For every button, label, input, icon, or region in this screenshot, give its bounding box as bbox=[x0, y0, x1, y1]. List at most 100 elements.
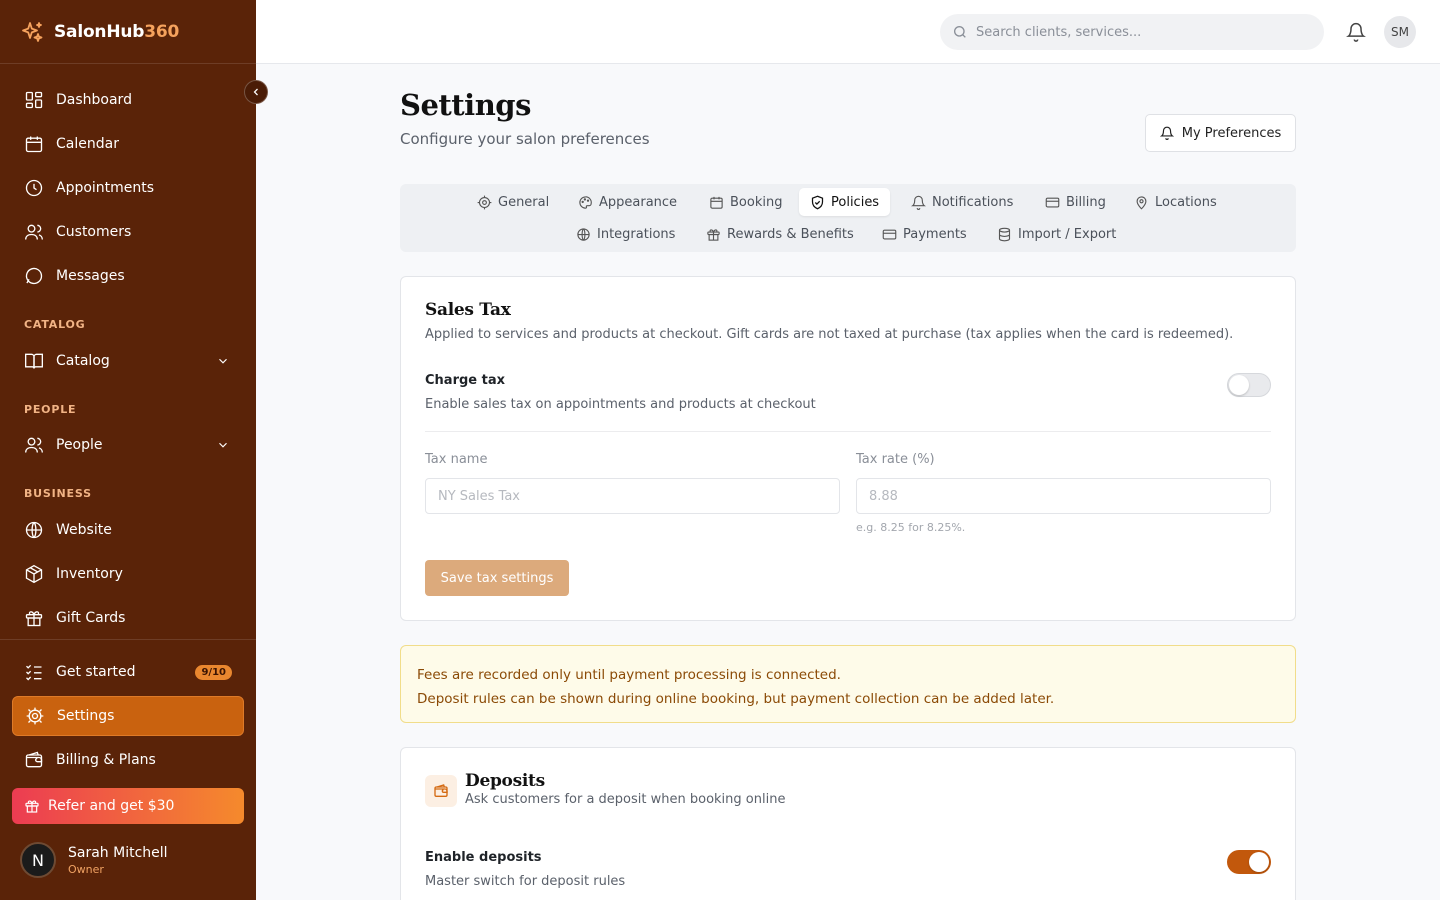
my-preferences-button[interactable]: My Preferences bbox=[1145, 114, 1296, 152]
gift-icon bbox=[25, 611, 43, 627]
bell-icon[interactable] bbox=[1346, 22, 1366, 42]
enable-deposits-toggle[interactable] bbox=[1227, 850, 1271, 874]
dashboard-icon bbox=[25, 91, 43, 109]
tab-general[interactable]: General bbox=[466, 188, 560, 216]
sparkle-logo-icon bbox=[22, 21, 43, 42]
tab-notifications[interactable]: Notifications bbox=[900, 188, 1024, 216]
section-title-people: PEOPLE bbox=[24, 403, 77, 416]
sidebar-item-appointments[interactable]: Appointments bbox=[12, 168, 244, 208]
sidebar-item-inventory[interactable]: Inventory bbox=[12, 554, 244, 594]
tax-rate-hint: e.g. 8.25 for 8.25%. bbox=[856, 521, 966, 534]
tab-billing[interactable]: Billing bbox=[1034, 188, 1117, 216]
page-subtitle: Configure your salon preferences bbox=[400, 130, 650, 148]
toggle-knob bbox=[1249, 852, 1269, 872]
refer-label: Refer and get $30 bbox=[48, 798, 175, 814]
topbar: SM bbox=[256, 0, 1440, 64]
avatar[interactable]: SM bbox=[1384, 16, 1416, 48]
sidebar-item-label: Appointments bbox=[56, 180, 155, 196]
toggle-knob bbox=[1229, 375, 1249, 395]
sidebar-item-label: Get started bbox=[56, 664, 136, 680]
tax-name-label: Tax name bbox=[425, 452, 488, 467]
tax-rate-input[interactable] bbox=[856, 478, 1271, 514]
sidebar-divider bbox=[0, 639, 256, 640]
sidebar-item-label: People bbox=[56, 437, 103, 453]
tax-name-input[interactable] bbox=[425, 478, 840, 514]
gear-icon bbox=[477, 195, 492, 209]
tab-label: Payments bbox=[903, 226, 967, 242]
sidebar-item-get-started[interactable]: Get started 9/10 bbox=[12, 652, 244, 692]
sidebar-item-label: Messages bbox=[56, 268, 125, 284]
user-name: Sarah Mitchell bbox=[68, 844, 168, 861]
user-role: Owner bbox=[68, 862, 104, 876]
sidebar-item-customers[interactable]: Customers bbox=[12, 212, 244, 252]
refer-button[interactable]: Refer and get $30 bbox=[12, 788, 244, 824]
tab-policies[interactable]: Policies bbox=[799, 188, 891, 216]
search-input[interactable] bbox=[976, 24, 1306, 40]
users-icon bbox=[25, 224, 43, 240]
map-pin-icon bbox=[1136, 195, 1147, 210]
notice-line: Fees are recorded only until payment pro… bbox=[417, 667, 841, 683]
tab-label: General bbox=[498, 194, 550, 210]
brand-name: SalonHub360 bbox=[54, 21, 180, 42]
tab-label: Booking bbox=[730, 194, 783, 210]
tab-label: Locations bbox=[1155, 194, 1217, 210]
tab-locations[interactable]: Locations bbox=[1123, 188, 1228, 216]
sidebar-item-label: Calendar bbox=[56, 136, 119, 152]
sidebar-item-catalog[interactable]: Catalog bbox=[12, 341, 244, 381]
save-tax-settings-button[interactable]: Save tax settings bbox=[425, 560, 569, 596]
sidebar-item-label: Billing & Plans bbox=[56, 752, 156, 768]
tab-appearance[interactable]: Appearance bbox=[567, 188, 688, 216]
sidebar-item-gift-cards[interactable]: Gift Cards bbox=[12, 598, 244, 638]
sidebar-item-website[interactable]: Website bbox=[12, 510, 244, 550]
credit-card-icon bbox=[882, 229, 897, 239]
section-title-catalog: CATALOG bbox=[24, 318, 86, 331]
tab-label: Integrations bbox=[597, 226, 676, 242]
wallet-icon bbox=[25, 751, 43, 768]
chevron-down-icon bbox=[219, 442, 227, 448]
tab-label: Policies bbox=[831, 194, 880, 210]
globe-icon bbox=[577, 227, 590, 241]
gift-icon bbox=[707, 228, 720, 241]
sidebar-item-people[interactable]: People bbox=[12, 425, 244, 465]
sidebar-item-label: Gift Cards bbox=[56, 610, 126, 626]
tab-rewards-benefits[interactable]: Rewards & Benefits bbox=[695, 220, 865, 248]
sidebar-item-label: Dashboard bbox=[56, 92, 132, 108]
search-icon bbox=[954, 26, 966, 38]
sidebar: SalonHub360 Dashboard Calendar Appointme… bbox=[0, 0, 256, 900]
gear-icon bbox=[26, 707, 44, 725]
user-profile[interactable]: N Sarah Mitchell Owner bbox=[20, 842, 168, 878]
deposits-card: Deposits Ask customers for a deposit whe… bbox=[400, 747, 1296, 900]
sidebar-item-label: Settings bbox=[57, 708, 115, 724]
tab-import-export[interactable]: Import / Export bbox=[986, 220, 1127, 248]
progress-badge: 9/10 bbox=[195, 664, 232, 680]
sidebar-item-billing-plans[interactable]: Billing & Plans bbox=[12, 740, 244, 780]
tax-rate-label: Tax rate (%) bbox=[856, 452, 935, 467]
sidebar-item-label: Inventory bbox=[56, 566, 123, 582]
sidebar-item-calendar[interactable]: Calendar bbox=[12, 124, 244, 164]
tab-label: Rewards & Benefits bbox=[727, 226, 854, 242]
enable-deposits-description: Master switch for deposit rules bbox=[425, 874, 626, 889]
wallet-icon bbox=[434, 784, 448, 797]
charge-tax-description: Enable sales tax on appointments and pro… bbox=[425, 397, 816, 412]
charge-tax-toggle[interactable] bbox=[1227, 373, 1271, 397]
my-preferences-label: My Preferences bbox=[1181, 125, 1282, 141]
brand[interactable]: SalonHub360 bbox=[0, 0, 256, 64]
sidebar-item-messages[interactable]: Messages bbox=[12, 256, 244, 296]
deposits-title: Deposits bbox=[465, 771, 545, 791]
tab-booking[interactable]: Booking bbox=[698, 188, 793, 216]
globe-icon bbox=[25, 521, 43, 539]
search-bar[interactable] bbox=[940, 14, 1324, 50]
collapse-sidebar-button[interactable] bbox=[244, 80, 268, 104]
checklist-icon bbox=[26, 664, 42, 681]
deposit-icon-wrapper bbox=[425, 775, 457, 807]
payment-notice: Fees are recorded only until payment pro… bbox=[400, 645, 1296, 723]
tab-payments[interactable]: Payments bbox=[871, 220, 978, 248]
sidebar-item-label: Website bbox=[56, 522, 112, 538]
tab-integrations[interactable]: Integrations bbox=[565, 220, 686, 248]
database-icon bbox=[998, 227, 1011, 241]
sales-tax-description: Applied to services and products at chec… bbox=[425, 327, 1234, 342]
sidebar-item-settings[interactable]: Settings bbox=[12, 696, 244, 736]
sidebar-item-dashboard[interactable]: Dashboard bbox=[12, 80, 244, 120]
package-icon bbox=[25, 564, 43, 584]
palette-icon bbox=[579, 195, 592, 209]
